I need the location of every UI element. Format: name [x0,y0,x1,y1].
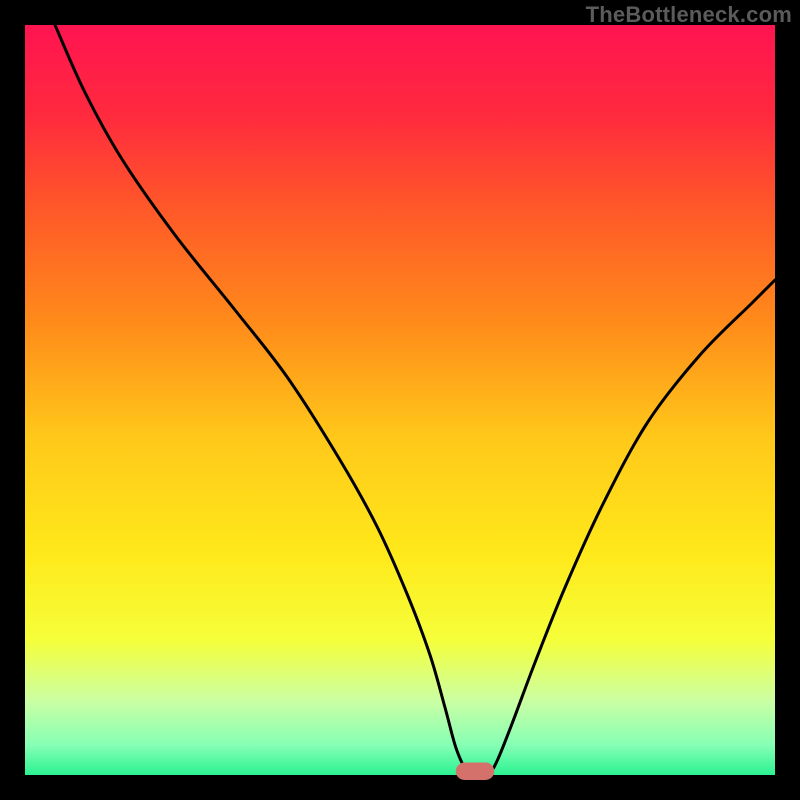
optimal-marker [456,763,494,780]
watermark-text: TheBottleneck.com [586,2,792,28]
bottleneck-chart [0,0,800,800]
chart-frame: TheBottleneck.com [0,0,800,800]
